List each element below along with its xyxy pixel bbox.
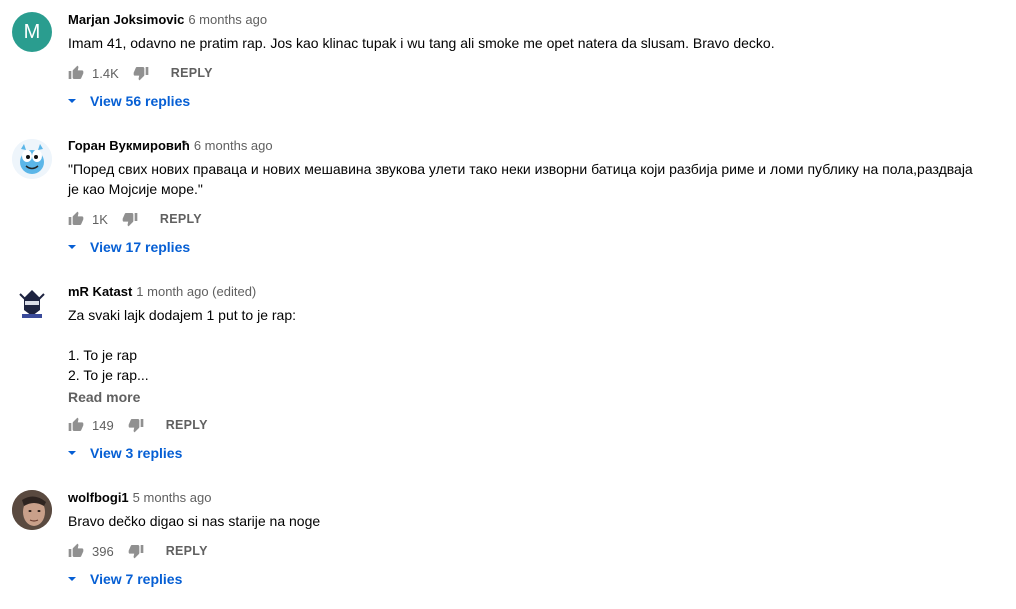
comment-time[interactable]: 6 months ago (188, 12, 267, 27)
chevron-down-icon (68, 577, 76, 581)
thumb-down-icon[interactable] (128, 543, 144, 559)
thumb-up-icon[interactable] (68, 543, 84, 559)
view-replies-label: View 3 replies (90, 445, 183, 461)
comment-line: Imam 41, odavno ne pratim rap. Jos kao k… (68, 35, 775, 51)
like-count: 396 (92, 543, 114, 559)
like-count: 1.4K (92, 65, 119, 81)
thumb-down-icon[interactable] (133, 65, 149, 81)
view-replies-button[interactable]: View 7 replies (66, 568, 182, 590)
chevron-down-icon (68, 245, 76, 249)
comment-header: Горан Вукмировић 6 months ago (68, 137, 273, 155)
comment-actions: 149 REPLY (68, 413, 208, 437)
view-replies-label: View 56 replies (90, 93, 191, 109)
ninja-avatar-image (12, 284, 52, 324)
like-count: 1K (92, 211, 108, 227)
comment-text: Bravo dečko digao si nas starije na noge (68, 511, 998, 531)
comment-text: Za svaki lajk dodajem 1 put to je rap: 1… (68, 305, 998, 385)
reply-button[interactable]: REPLY (160, 212, 202, 226)
author-name[interactable]: Marjan Joksimovic (68, 12, 184, 27)
view-replies-button[interactable]: View 56 replies (66, 90, 190, 112)
comment-line: је као Мојсије море." (68, 181, 203, 197)
chevron-down-icon (68, 451, 76, 455)
thumb-down-icon[interactable] (128, 417, 144, 433)
thumb-up-icon[interactable] (68, 211, 84, 227)
comment-line: Bravo dečko digao si nas starije na noge (68, 513, 321, 529)
comment-line: 2. To je rap... (68, 367, 149, 383)
comment-line: Za svaki lajk dodajem 1 put to je rap: (68, 307, 297, 323)
author-name[interactable]: wolfbogi1 (68, 490, 129, 505)
view-replies-button[interactable]: View 17 replies (66, 236, 190, 258)
comment-line: 1. To je rap (68, 347, 138, 363)
thumb-down-icon[interactable] (122, 211, 138, 227)
avatar[interactable]: M (12, 12, 52, 52)
comment-time[interactable]: 1 month ago (edited) (136, 284, 256, 299)
comment-header: wolfbogi1 5 months ago (68, 489, 211, 507)
comment-time[interactable]: 5 months ago (133, 490, 212, 505)
cartoon-avatar-image (12, 139, 52, 179)
comment-line: "Поред свих нових праваца и нових мешави… (68, 161, 973, 177)
comment-actions: 396 REPLY (68, 539, 208, 563)
reply-button[interactable]: REPLY (166, 418, 208, 432)
avatar[interactable] (12, 284, 52, 324)
reply-button[interactable]: REPLY (166, 544, 208, 558)
avatar[interactable] (12, 139, 52, 179)
read-more-button[interactable]: Read more (68, 387, 140, 407)
comment-actions: 1.4K REPLY (68, 61, 213, 85)
comment-text: "Поред свих нових праваца и нових мешави… (68, 159, 998, 199)
thumb-up-icon[interactable] (68, 65, 84, 81)
photo-avatar-image (12, 490, 52, 530)
thumb-up-icon[interactable] (68, 417, 84, 433)
comment-line (68, 325, 998, 345)
author-name[interactable]: mR Katast (68, 284, 132, 299)
view-replies-button[interactable]: View 3 replies (66, 442, 182, 464)
reply-button[interactable]: REPLY (171, 66, 213, 80)
author-name[interactable]: Горан Вукмировић (68, 138, 190, 153)
comment-text: Imam 41, odavno ne pratim rap. Jos kao k… (68, 33, 998, 53)
chevron-down-icon (68, 99, 76, 103)
avatar[interactable] (12, 490, 52, 530)
comment-header: mR Katast 1 month ago (edited) (68, 283, 256, 301)
view-replies-label: View 7 replies (90, 571, 183, 587)
comment-actions: 1K REPLY (68, 207, 202, 231)
comment-header: Marjan Joksimovic 6 months ago (68, 11, 267, 29)
view-replies-label: View 17 replies (90, 239, 191, 255)
comment-time[interactable]: 6 months ago (194, 138, 273, 153)
like-count: 149 (92, 417, 114, 433)
